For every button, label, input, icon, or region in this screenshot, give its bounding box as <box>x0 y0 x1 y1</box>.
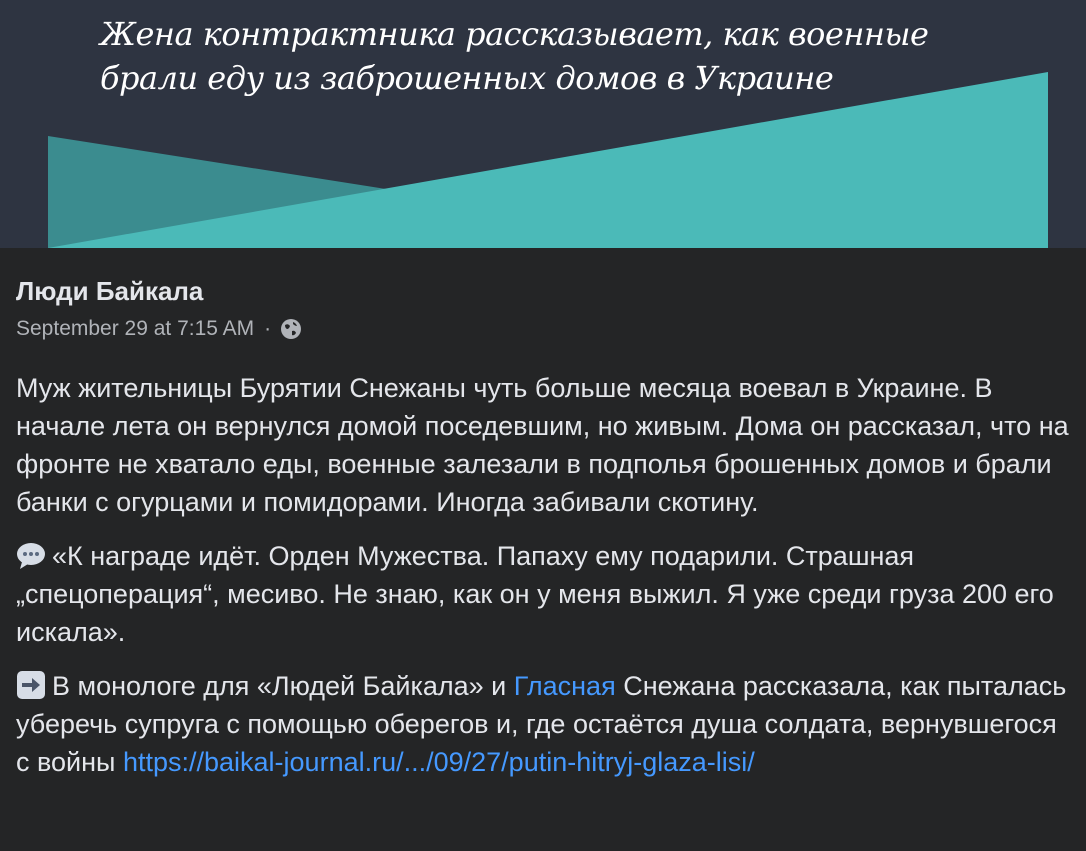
article-preview-image[interactable]: Жена контрактника рассказывает, как воен… <box>0 0 1086 248</box>
post-author[interactable]: Люди Байкала <box>16 276 203 307</box>
globe-icon[interactable] <box>279 317 303 341</box>
article-url-link[interactable]: https://baikal-journal.ru/.../09/27/puti… <box>123 747 755 777</box>
speech-balloon-icon <box>17 543 45 569</box>
right-arrow-icon <box>17 671 45 699</box>
quote-text: «К награде идёт. Орден Мужества. Папаху … <box>16 541 1054 647</box>
post-paragraph-1: Муж жительницы Бурятии Снежаны чуть боль… <box>16 373 1069 517</box>
glasnaya-link[interactable]: Гласная <box>514 671 616 701</box>
banner-headline: Жена контрактника рассказывает, как воен… <box>100 15 929 97</box>
post-body: Муж жительницы Бурятии Снежаны чуть боль… <box>16 369 1074 797</box>
meta-separator: · <box>264 317 272 340</box>
post-paragraph-3: В монологе для «Людей Байкала» и Гласная… <box>16 667 1074 781</box>
post-meta: September 29 at 7:15 AM · <box>16 317 303 341</box>
post-timestamp[interactable]: September 29 at 7:15 AM <box>16 317 254 341</box>
paragraph3-text-start: В монологе для «Людей Байкала» и <box>52 671 514 701</box>
post-paragraph-2: «К награде идёт. Орден Мужества. Папаху … <box>16 537 1074 651</box>
